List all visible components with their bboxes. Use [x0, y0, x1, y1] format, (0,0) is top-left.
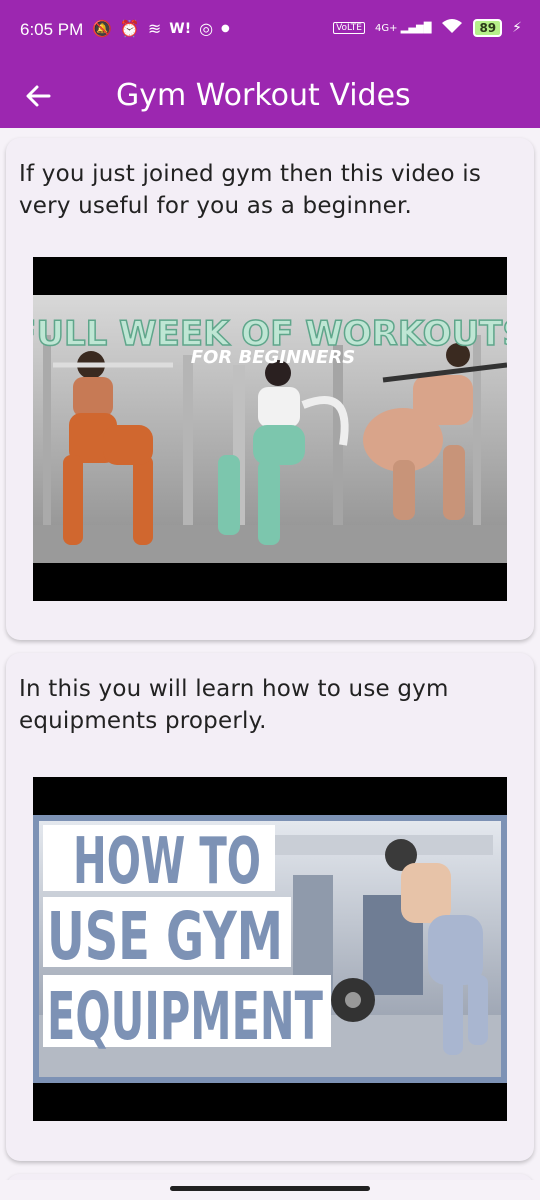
video-player[interactable]: FULL WEEK OF WORKOUTS FOR BEGINNERS [33, 257, 507, 601]
charging-icon: ⚡ [512, 20, 522, 36]
alarm-icon: ⏰ [119, 19, 140, 38]
page-title: Gym Workout Vides [116, 78, 411, 113]
video-player[interactable]: HOW TO USE GYM EQUIPMENT [33, 777, 507, 1121]
system-icons: VoLTE 4G+ ▂▄▆█ 89 ⚡ [333, 18, 522, 38]
instagram-icon: ◎ [199, 19, 214, 38]
video-description: If you just joined gym then this video i… [19, 161, 482, 219]
video-card[interactable] [6, 1174, 534, 1180]
video-card[interactable]: In this you will learn how to use gym eq… [6, 653, 534, 1161]
mute-icon: 🔕 [92, 19, 112, 38]
thumbnail-line: EQUIPMENT [47, 978, 323, 1055]
notification-icons: 🔕 ⏰ ≋ W! ◎ ● [92, 19, 230, 38]
app-icon: W! [169, 20, 192, 37]
video-description: In this you will learn how to use gym eq… [19, 676, 449, 734]
thumbnail-subtitle: FOR BEGINNERS [191, 347, 355, 368]
video-thumbnail[interactable]: FULL WEEK OF WORKOUTS FOR BEGINNERS [33, 295, 507, 563]
video-list[interactable]: If you just joined gym then this video i… [0, 128, 540, 1180]
status-time: 6:05 PM [20, 20, 84, 39]
back-button[interactable] [18, 76, 58, 116]
signal-icon: 4G+ ▂▄▆█ [375, 22, 432, 34]
home-indicator[interactable] [170, 1186, 370, 1191]
app-bar: Gym Workout Vides [0, 64, 540, 128]
thumbnail-line: USE GYM [47, 898, 283, 975]
wifi-icon [441, 18, 463, 38]
volte-icon: VoLTE [333, 22, 365, 34]
layers-icon: ≋ [147, 19, 162, 38]
thumbnail-line: HOW TO [73, 825, 261, 899]
status-bar: 6:05 PM 🔕 ⏰ ≋ W! ◎ ● VoLTE 4G+ ▂▄▆█ 89 ⚡ [0, 0, 540, 64]
battery-icon: 89 [473, 19, 503, 37]
video-thumbnail[interactable]: HOW TO USE GYM EQUIPMENT [33, 815, 507, 1083]
arrow-left-icon [26, 85, 51, 107]
dot-icon: ● [221, 23, 230, 34]
battery-level: 89 [479, 21, 497, 35]
network-label: 4G+ [375, 22, 398, 34]
video-card[interactable]: If you just joined gym then this video i… [6, 138, 534, 640]
